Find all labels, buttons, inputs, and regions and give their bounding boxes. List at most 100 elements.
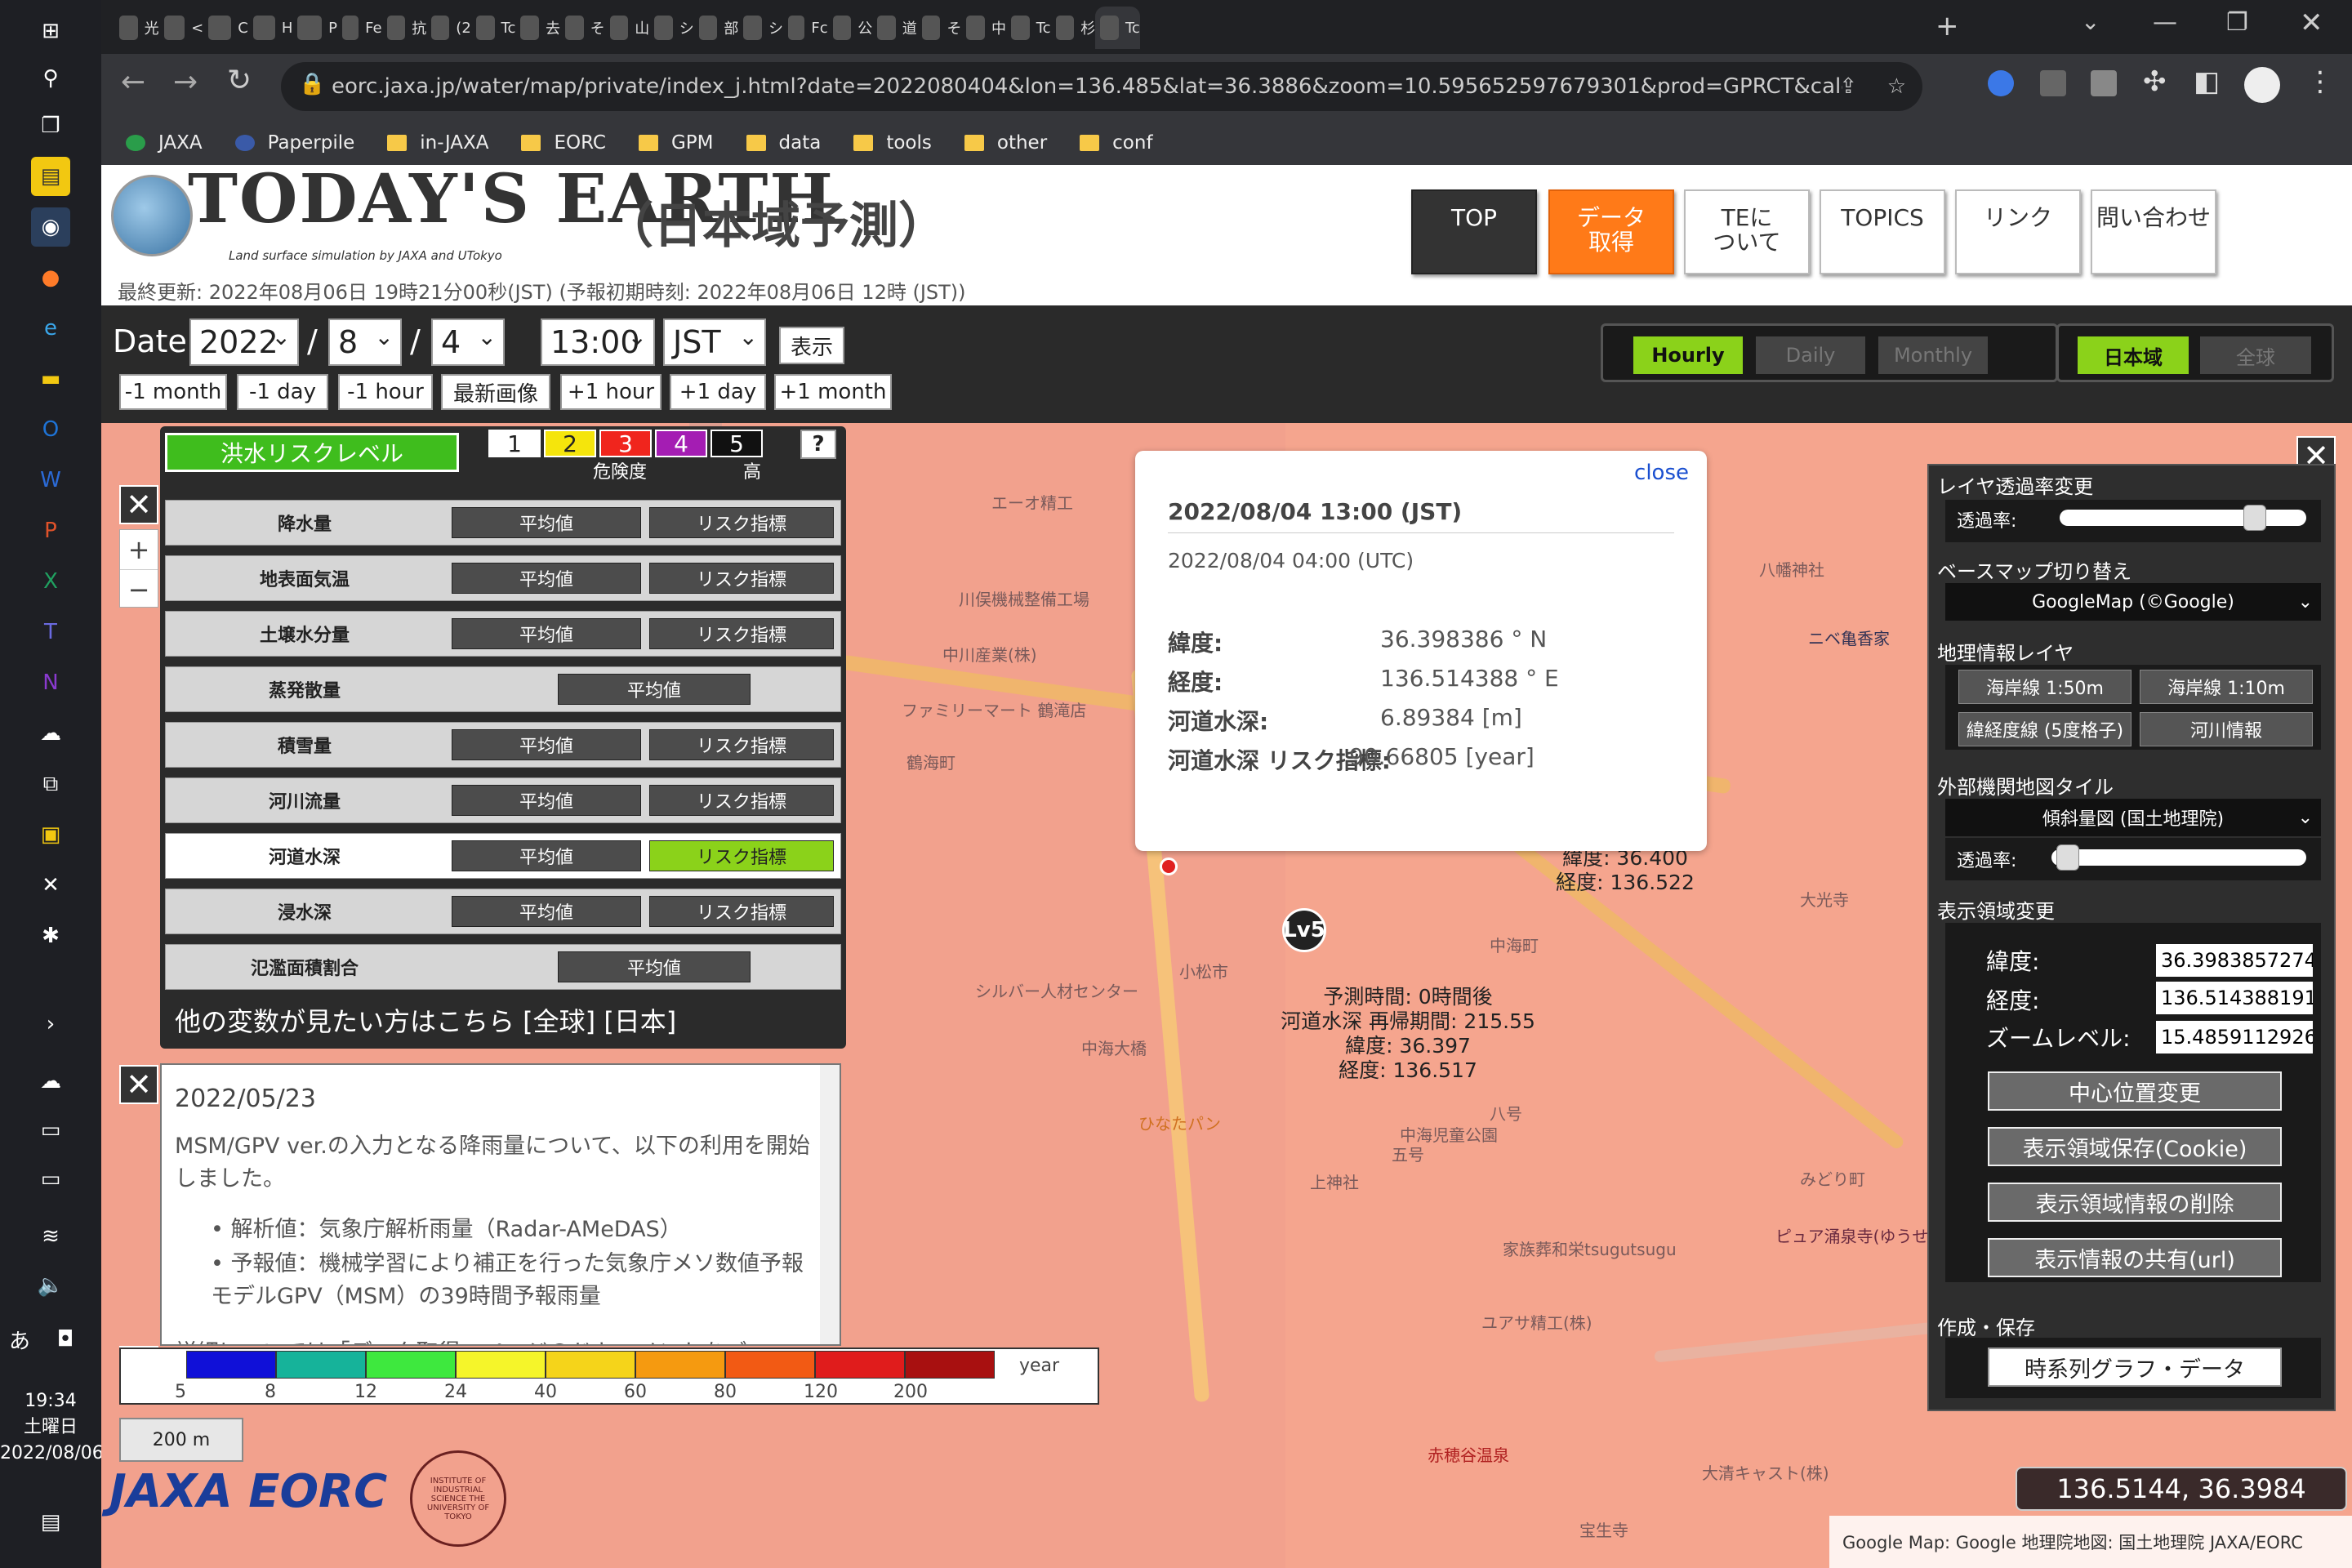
- average-button[interactable]: 平均値: [452, 729, 641, 760]
- minus-hour-button[interactable]: -1 hour: [338, 374, 433, 410]
- risk-index-button[interactable]: リスク指標: [649, 729, 834, 760]
- region-global[interactable]: 全球: [2200, 336, 2311, 374]
- graticule-button[interactable]: 緯経度線 (5度格子): [1958, 712, 2132, 746]
- powerpoint-icon[interactable]: P: [31, 511, 70, 550]
- minimize-button[interactable]: —: [2153, 8, 2177, 37]
- extension-icon-2[interactable]: [2040, 70, 2066, 96]
- bookmark-star-icon[interactable]: ☆: [1887, 74, 1906, 99]
- variable-name[interactable]: 氾濫面積割合: [166, 945, 443, 989]
- river-info-button[interactable]: 河川情報: [2140, 712, 2313, 746]
- extensions-puzzle-icon[interactable]: ✣: [2143, 65, 2167, 98]
- opacity-slider[interactable]: [2060, 510, 2306, 526]
- ime-mode-icon[interactable]: ◘: [49, 1320, 82, 1359]
- more-variables-text[interactable]: 他の変数が見たい方はこちら [全球] [日本]: [175, 1001, 676, 1039]
- browser-tab[interactable]: <: [159, 7, 203, 49]
- chrome-icon[interactable]: ◉: [31, 207, 70, 247]
- app-icon-4[interactable]: ✕: [31, 866, 70, 905]
- browser-tab[interactable]: 杉: [1051, 7, 1095, 49]
- browser-tab[interactable]: 光: [114, 7, 159, 49]
- sticky-notes-icon[interactable]: ▤: [31, 157, 70, 196]
- variable-name[interactable]: 蒸発散量: [166, 667, 443, 711]
- opacity-slider-knob[interactable]: [2243, 505, 2266, 531]
- ie-icon[interactable]: e: [31, 309, 70, 348]
- close-panel-button[interactable]: ✕: [119, 485, 158, 524]
- browser-tab[interactable]: 公: [828, 7, 872, 49]
- ext-opacity-slider[interactable]: [2051, 849, 2306, 866]
- average-button[interactable]: 平均値: [558, 951, 751, 982]
- search-icon[interactable]: ⚲: [31, 59, 70, 98]
- bookmark-item[interactable]: GPM: [638, 132, 714, 154]
- risk-index-button[interactable]: リスク指標: [649, 507, 834, 538]
- browser-tab[interactable]: 抗: [382, 7, 426, 49]
- variable-name[interactable]: 河川流量: [166, 778, 443, 822]
- average-button[interactable]: 平均値: [452, 785, 641, 816]
- bookmark-item[interactable]: data: [746, 132, 821, 154]
- browser-tab[interactable]: 去: [515, 7, 560, 49]
- share-icon[interactable]: ⇪: [1839, 74, 1857, 99]
- bookmark-item[interactable]: JAXA: [126, 132, 203, 154]
- wifi-icon[interactable]: ≋: [31, 1217, 70, 1256]
- monitor-icon[interactable]: ▭: [31, 1111, 70, 1150]
- save-cookie-button[interactable]: 表示領域保存(Cookie): [1988, 1127, 2282, 1166]
- day-select[interactable]: 4: [431, 318, 505, 366]
- onenote-icon[interactable]: N: [31, 663, 70, 702]
- back-button[interactable]: ←: [121, 65, 145, 99]
- zoom-out-button[interactable]: −: [120, 569, 158, 608]
- variable-name[interactable]: 河道水深: [166, 834, 443, 878]
- close-window-button[interactable]: ✕: [2300, 7, 2323, 39]
- year-select[interactable]: 2022: [189, 318, 299, 366]
- share-url-button[interactable]: 表示情報の共有(url): [1988, 1238, 2282, 1277]
- plus-hour-button[interactable]: +1 hour: [560, 374, 662, 410]
- word-icon[interactable]: W: [31, 461, 70, 500]
- flood-risk-title[interactable]: 洪水リスクレベル: [165, 433, 459, 472]
- variable-name[interactable]: 地表面気温: [166, 556, 443, 600]
- browser-tab[interactable]: Fc: [783, 7, 828, 49]
- minus-month-button[interactable]: -1 month: [119, 374, 227, 410]
- variable-name[interactable]: 浸水深: [166, 889, 443, 933]
- firefox-icon[interactable]: ●: [31, 258, 70, 297]
- ime-indicator[interactable]: あ: [3, 1320, 36, 1359]
- nav-links[interactable]: リンク: [1955, 189, 2081, 274]
- bookmark-item[interactable]: Paperpile: [234, 132, 354, 154]
- map-attribution[interactable]: Google Map: Google 地理院地図: 国土地理院 JAXA/EOR…: [1829, 1516, 2352, 1568]
- risk-index-button[interactable]: リスク指標: [649, 896, 834, 927]
- risk-index-button[interactable]: リスク指標: [649, 785, 834, 816]
- mode-daily[interactable]: Daily: [1756, 336, 1865, 374]
- app-icon-3[interactable]: ▣: [31, 815, 70, 854]
- teams-icon[interactable]: T: [31, 612, 70, 652]
- risk-index-button[interactable]: リスク指標: [649, 618, 834, 649]
- browser-tab[interactable]: Tc: [1006, 7, 1051, 49]
- bookmark-item[interactable]: tools: [853, 132, 932, 154]
- browser-tab[interactable]: そ: [560, 7, 605, 49]
- selected-point-marker[interactable]: [1160, 858, 1178, 875]
- extension-icon[interactable]: [1988, 70, 2014, 96]
- side-panel-icon[interactable]: ◧: [2194, 65, 2220, 98]
- latest-image-button[interactable]: 最新画像: [441, 374, 550, 410]
- browser-tab[interactable]: 中: [961, 7, 1006, 49]
- nav-about[interactable]: TEに ついて: [1684, 189, 1810, 274]
- chevron-right-icon[interactable]: ›: [31, 1004, 70, 1044]
- coastline-50m-button[interactable]: 海岸線 1:50m: [1958, 670, 2132, 704]
- coastline-10m-button[interactable]: 海岸線 1:10m: [2140, 670, 2313, 704]
- average-button[interactable]: 平均値: [558, 674, 751, 705]
- new-tab-button[interactable]: +: [1936, 10, 1959, 42]
- average-button[interactable]: 平均値: [452, 563, 641, 594]
- forward-button[interactable]: →: [173, 65, 198, 99]
- browser-tab[interactable]: (2: [426, 7, 471, 49]
- cloud-icon[interactable]: ☁: [31, 1062, 70, 1101]
- center-change-button[interactable]: 中心位置変更: [1988, 1071, 2282, 1111]
- show-button[interactable]: 表示: [779, 327, 844, 364]
- average-button[interactable]: 平均値: [452, 840, 641, 871]
- help-button[interactable]: ?: [800, 430, 836, 459]
- volume-icon[interactable]: 🔈: [31, 1266, 70, 1305]
- risk-level-marker[interactable]: Lv5: [1282, 908, 1326, 952]
- variable-name[interactable]: 土壌水分量: [166, 612, 443, 656]
- region-japan[interactable]: 日本域: [2078, 336, 2189, 374]
- notification-icon[interactable]: ▤: [31, 1503, 70, 1542]
- browser-tab[interactable]: 部: [694, 7, 738, 49]
- average-button[interactable]: 平均値: [452, 896, 641, 927]
- nav-contact[interactable]: 問い合わせ: [2091, 189, 2216, 274]
- lat-input[interactable]: 36.3983857274: [2156, 944, 2313, 977]
- explorer-icon[interactable]: ▬: [31, 359, 70, 399]
- reload-button[interactable]: ↻: [227, 64, 252, 97]
